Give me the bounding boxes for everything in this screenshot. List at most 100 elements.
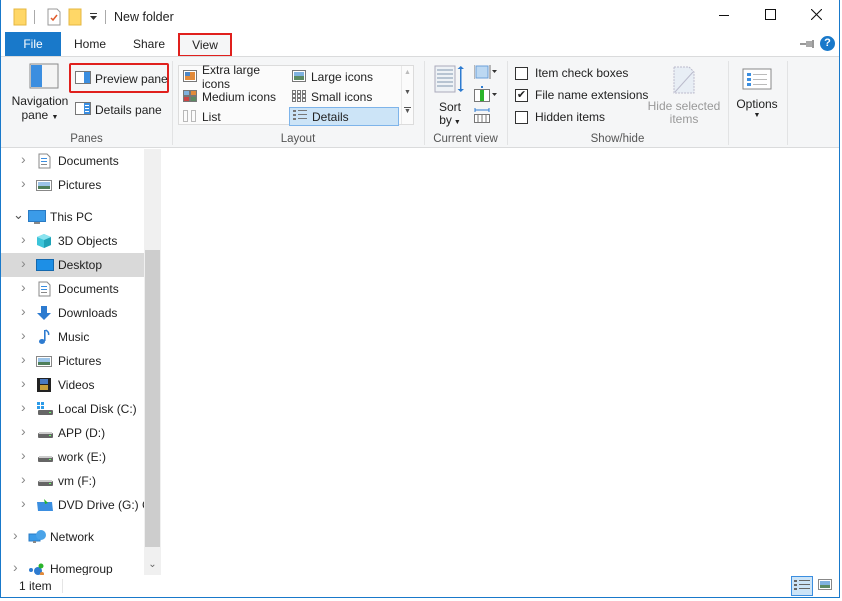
nav-item-videos[interactable]: › Videos [1, 373, 144, 397]
chevron-right-icon[interactable]: › [21, 375, 26, 391]
chevron-right-icon[interactable]: › [21, 471, 26, 487]
nav-item-homegroup[interactable]: › Homegroup [1, 557, 144, 575]
sort-by-label-line2: by [439, 113, 452, 127]
chevron-right-icon[interactable]: › [21, 231, 26, 247]
scroll-down-button[interactable]: ⌄ [144, 556, 161, 573]
nav-item-app-d[interactable]: › APP (D:) [1, 421, 144, 445]
item-check-boxes-toggle[interactable]: Item check boxes [515, 66, 628, 80]
layout-list[interactable]: List [180, 107, 288, 127]
nav-item-this-pc[interactable]: ⌄ This PC [1, 205, 144, 229]
scrollbar-thumb[interactable] [145, 250, 160, 547]
layout-large-icons[interactable]: Large icons [289, 67, 399, 87]
add-columns-icon [474, 86, 498, 105]
nav-item-downloads[interactable]: › Downloads [1, 301, 144, 325]
chevron-right-icon[interactable]: › [21, 495, 26, 511]
nav-item-desktop[interactable]: › Desktop [1, 253, 144, 277]
options-icon [742, 68, 772, 93]
details-pane-label: Details pane [95, 103, 162, 117]
chevron-right-icon[interactable]: › [21, 279, 26, 295]
checkbox-unchecked[interactable] [515, 66, 528, 80]
nav-item-label: Local Disk (C:) [58, 402, 137, 416]
chevron-right-icon[interactable]: › [21, 255, 26, 271]
chevron-right-icon[interactable]: › [21, 423, 26, 439]
scroll-up-icon[interactable]: ▲ [404, 69, 411, 76]
nav-item-label: Pictures [58, 354, 102, 368]
nav-item-vm-f[interactable]: › vm (F:) [1, 469, 144, 493]
tab-share[interactable]: Share [123, 32, 175, 56]
nav-item-music[interactable]: › Music [1, 325, 144, 349]
options-button[interactable]: Options ▼ [732, 68, 782, 119]
layout-medium-icons[interactable]: Medium icons [180, 87, 288, 107]
group-divider [728, 61, 729, 145]
nav-item-documents[interactable]: › Documents [1, 277, 144, 301]
file-list-area[interactable] [161, 149, 839, 575]
chevron-right-icon[interactable]: › [21, 151, 26, 167]
layout-extra-large-icons[interactable]: Extra large icons [180, 63, 288, 91]
nav-item-pictures[interactable]: › Pictures [1, 173, 144, 197]
details-view-icon [794, 579, 810, 594]
tab-file[interactable]: File [5, 32, 61, 56]
sort-by-icon [434, 64, 466, 99]
scroll-down-icon[interactable]: ▼ [404, 89, 411, 96]
details-pane-button[interactable]: Details pane [75, 102, 162, 118]
nav-item-label: Videos [58, 378, 95, 392]
navigation-pane-label-line1: Navigation [11, 94, 69, 108]
new-folder-icon[interactable] [68, 8, 82, 26]
chevron-down-icon[interactable]: ⌄ [13, 207, 24, 223]
hide-selected-items-button[interactable]: Hide selected items [646, 66, 722, 126]
chevron-right-icon[interactable]: › [21, 303, 26, 319]
minimize-button[interactable] [701, 0, 747, 32]
chevron-right-icon[interactable]: › [21, 447, 26, 463]
computer-icon [28, 209, 46, 225]
navigation-scrollbar[interactable]: ⌄ [144, 149, 161, 575]
group-by-button[interactable] [473, 65, 498, 82]
hidden-items-toggle[interactable]: Hidden items [515, 110, 605, 124]
checkbox-checked[interactable]: ✔ [515, 88, 528, 102]
music-icon [36, 329, 52, 345]
tab-home[interactable]: Home [65, 32, 115, 56]
hide-selected-icon [673, 66, 695, 97]
file-name-extensions-toggle[interactable]: ✔ File name extensions [515, 88, 648, 102]
properties-icon[interactable] [46, 8, 62, 26]
navigation-pane-button[interactable]: Navigation pane ▼ [9, 63, 71, 129]
details-view-button[interactable] [791, 576, 813, 596]
layout-details[interactable]: Details [289, 107, 399, 126]
group-label-show-hide: Show/hide [590, 133, 645, 145]
nav-item-network[interactable]: › Network [1, 525, 144, 549]
nav-item-3d-objects[interactable]: › 3D Objects [1, 229, 144, 253]
close-button[interactable] [793, 0, 839, 32]
nav-item-label: This PC [50, 210, 93, 224]
ribbon-tabs: File Home Share View ? [1, 32, 839, 57]
window-title: New folder [114, 10, 174, 24]
chevron-right-icon[interactable]: › [21, 351, 26, 367]
size-all-columns-button[interactable] [474, 107, 490, 126]
maximize-button[interactable] [747, 0, 793, 32]
dropdown-arrow-icon: ▼ [51, 114, 59, 121]
nav-item-work-e[interactable]: › work (E:) [1, 445, 144, 469]
checkbox-unchecked[interactable] [515, 110, 528, 124]
large-icons-icon [292, 69, 306, 85]
preview-pane-button[interactable]: Preview pane [75, 71, 168, 87]
nav-item-pictures[interactable]: › Pictures [1, 349, 144, 373]
nav-item-local-disk-c[interactable]: › Local Disk (C:) [1, 397, 144, 421]
chevron-right-icon[interactable]: › [21, 175, 26, 191]
size-columns-icon [474, 107, 490, 126]
add-columns-button[interactable] [474, 86, 498, 105]
help-icon[interactable]: ? [820, 36, 835, 51]
sort-by-button[interactable]: Sort by ▼ [434, 64, 466, 129]
large-icons-view-button[interactable] [814, 576, 836, 596]
chevron-right-icon[interactable]: › [21, 327, 26, 343]
pin-icon[interactable] [800, 38, 814, 52]
gallery-expand-icon[interactable]: ▼ [404, 107, 411, 116]
chevron-right-icon[interactable]: › [13, 559, 18, 575]
hide-selected-label-line1: Hide selected [647, 99, 721, 113]
chevron-right-icon[interactable]: › [21, 399, 26, 415]
drive-icon [36, 425, 53, 441]
nav-item-documents[interactable]: › Documents [1, 149, 144, 173]
chevron-right-icon[interactable]: › [13, 527, 18, 543]
nav-item-dvd-drive-g-c[interactable]: › DVD Drive (G:) C [1, 493, 151, 517]
group-label-layout: Layout [280, 133, 316, 145]
tab-view[interactable]: View [178, 33, 232, 57]
layout-small-icons[interactable]: Small icons [289, 87, 399, 107]
customize-dropdown-icon[interactable] [89, 9, 98, 27]
